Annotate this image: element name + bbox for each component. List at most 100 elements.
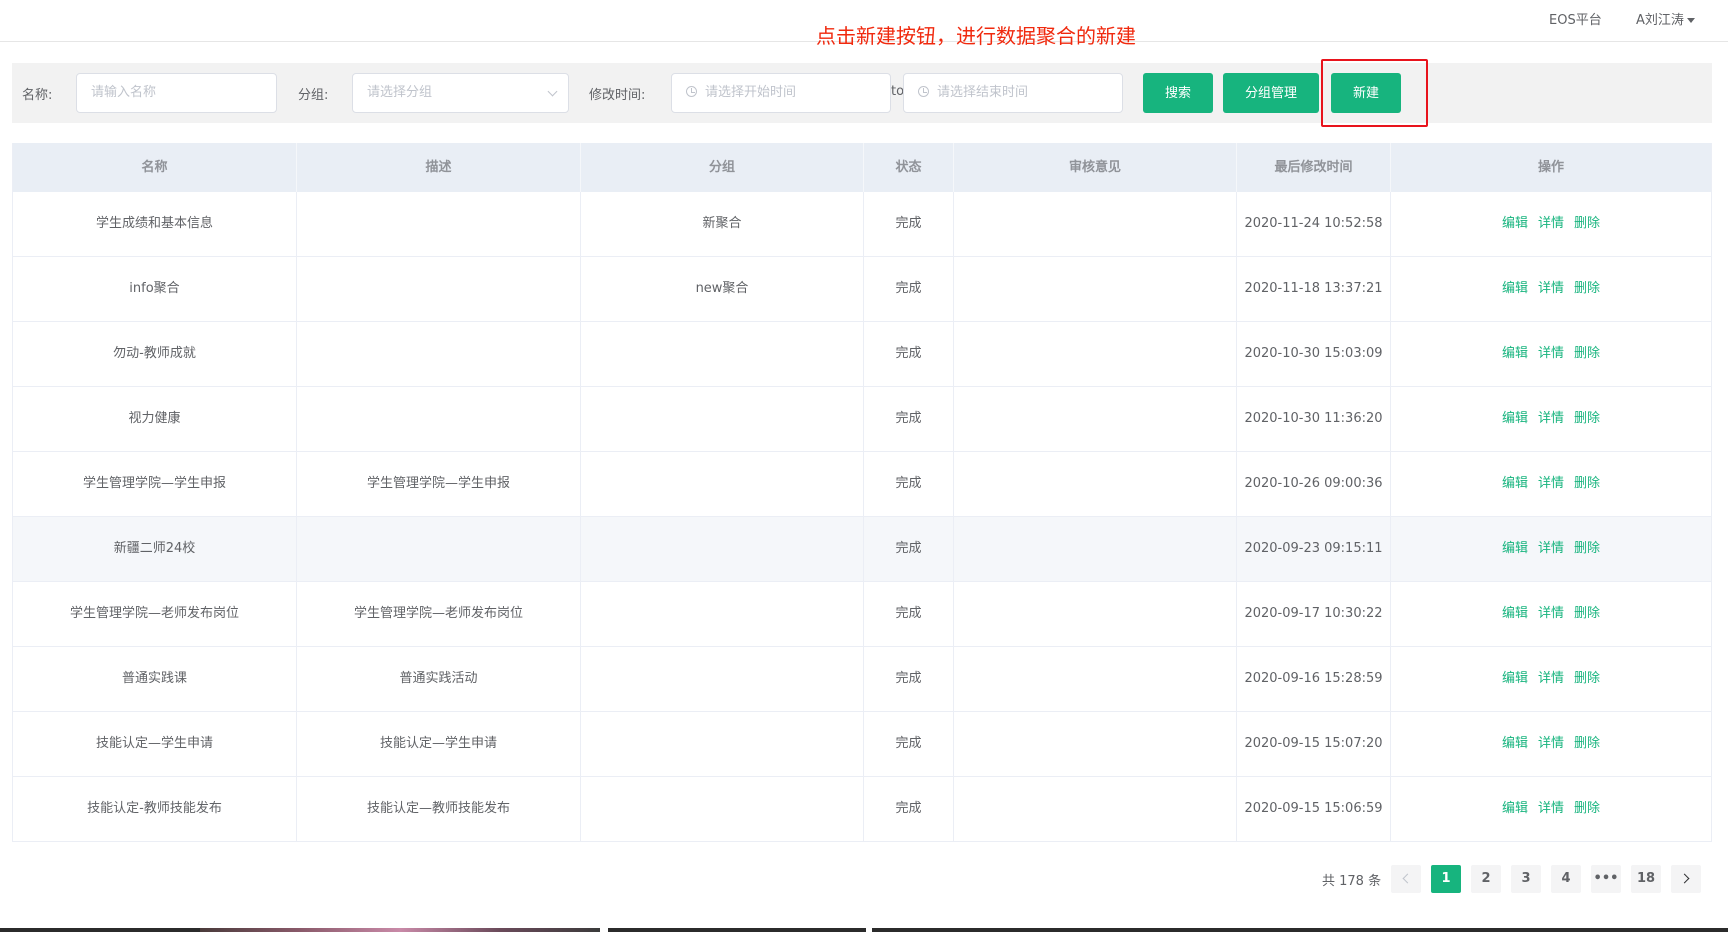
cell-status: 完成 — [864, 517, 954, 581]
group-manage-button[interactable]: 分组管理 — [1223, 73, 1319, 113]
header-time: 最后修改时间 — [1237, 143, 1391, 192]
edit-link[interactable]: 编辑 — [1502, 801, 1528, 816]
user-menu[interactable]: A刘江涛 — [1636, 9, 1695, 28]
cell-status: 完成 — [864, 387, 954, 451]
table-header: 名称 描述 分组 状态 审核意见 最后修改时间 操作 — [13, 143, 1711, 192]
name-input[interactable]: 请输入名称 — [76, 73, 277, 113]
delete-link[interactable]: 删除 — [1574, 411, 1600, 426]
cell-desc — [297, 192, 581, 256]
edit-link[interactable]: 编辑 — [1502, 216, 1528, 231]
page-button[interactable]: 2 — [1471, 865, 1501, 893]
cell-status: 完成 — [864, 777, 954, 841]
clock-icon — [918, 86, 929, 97]
detail-link[interactable]: 详情 — [1538, 671, 1564, 686]
delete-link[interactable]: 删除 — [1574, 541, 1600, 556]
edit-link[interactable]: 编辑 — [1502, 281, 1528, 296]
detail-link[interactable]: 详情 — [1538, 476, 1564, 491]
cell-review — [954, 582, 1237, 646]
cell-desc — [297, 517, 581, 581]
table-row[interactable]: 技能认定-教师技能发布 技能认定—教师技能发布 完成 2020-09-15 15:06… — [13, 777, 1711, 842]
cell-time: 2020-10-30 11:36:20 — [1237, 387, 1391, 451]
edit-link[interactable]: 编辑 — [1502, 671, 1528, 686]
edit-link[interactable]: 编辑 — [1502, 736, 1528, 751]
cell-status: 完成 — [864, 257, 954, 321]
next-page-button[interactable] — [1671, 865, 1701, 893]
group-select[interactable]: 请选择分组 — [352, 73, 569, 113]
page-button[interactable]: 3 — [1511, 865, 1541, 893]
cell-status: 完成 — [864, 582, 954, 646]
table-row[interactable]: 学生成绩和基本信息 新聚合 完成 2020-11-24 10:52:58 编辑 详情 删除 — [13, 192, 1711, 257]
search-button[interactable]: 搜索 — [1143, 73, 1213, 113]
cell-review — [954, 712, 1237, 776]
cell-review — [954, 387, 1237, 451]
cell-time: 2020-11-24 10:52:58 — [1237, 192, 1391, 256]
table-row[interactable]: 视力健康 完成 2020-10-30 11:36:20 编辑 详情 删除 — [13, 387, 1711, 452]
table-row[interactable]: 学生管理学院—老师发布岗位 学生管理学院—老师发布岗位 完成 2020-09-17 1… — [13, 582, 1711, 647]
page-button[interactable]: 18 — [1631, 865, 1661, 893]
page-button[interactable]: 1 — [1431, 865, 1461, 893]
cell-review — [954, 257, 1237, 321]
detail-link[interactable]: 详情 — [1538, 801, 1564, 816]
name-input-placeholder: 请输入名称 — [91, 85, 157, 100]
table-row[interactable]: 新疆二师24校 完成 2020-09-23 09:15:11 编辑 详情 删除 — [13, 517, 1711, 582]
cell-review — [954, 517, 1237, 581]
cell-group — [581, 712, 864, 776]
cell-name: 视力健康 — [13, 387, 297, 451]
table-row[interactable]: 技能认定—学生申请 技能认定—学生申请 完成 2020-09-15 15:07:20 编… — [13, 712, 1711, 777]
bottom-strip — [0, 928, 1728, 932]
table-row[interactable]: info聚合 new聚合 完成 2020-11-18 13:37:21 编辑 详情 删除 — [13, 257, 1711, 322]
delete-link[interactable]: 删除 — [1574, 346, 1600, 361]
cell-group — [581, 517, 864, 581]
detail-link[interactable]: 详情 — [1538, 216, 1564, 231]
cell-time: 2020-09-15 15:07:20 — [1237, 712, 1391, 776]
delete-link[interactable]: 删除 — [1574, 671, 1600, 686]
delete-link[interactable]: 删除 — [1574, 736, 1600, 751]
cell-actions: 编辑 详情 删除 — [1391, 517, 1711, 581]
table-body: 学生成绩和基本信息 新聚合 完成 2020-11-24 10:52:58 编辑 详情 删除 i… — [13, 192, 1711, 842]
detail-link[interactable]: 详情 — [1538, 346, 1564, 361]
cell-review — [954, 192, 1237, 256]
detail-link[interactable]: 详情 — [1538, 736, 1564, 751]
cell-time: 2020-09-23 09:15:11 — [1237, 517, 1391, 581]
end-time-picker[interactable]: 请选择结束时间 — [903, 73, 1123, 113]
cell-status: 完成 — [864, 192, 954, 256]
edit-link[interactable]: 编辑 — [1502, 411, 1528, 426]
detail-link[interactable]: 详情 — [1538, 411, 1564, 426]
start-time-picker[interactable]: 请选择开始时间 — [671, 73, 891, 113]
cell-actions: 编辑 详情 删除 — [1391, 387, 1711, 451]
cell-name: 学生成绩和基本信息 — [13, 192, 297, 256]
cell-time: 2020-09-16 15:28:59 — [1237, 647, 1391, 711]
bottom-strip-gap — [600, 928, 608, 932]
edit-link[interactable]: 编辑 — [1502, 541, 1528, 556]
end-time-placeholder: 请选择结束时间 — [937, 85, 1029, 100]
more-pages-button[interactable]: ••• — [1591, 865, 1621, 893]
start-time-placeholder: 请选择开始时间 — [705, 85, 797, 100]
cell-desc: 学生管理学院—老师发布岗位 — [297, 582, 581, 646]
platform-link[interactable]: EOS平台 — [1549, 9, 1602, 28]
edit-link[interactable]: 编辑 — [1502, 606, 1528, 621]
table-row[interactable]: 普通实践课 普通实践活动 完成 2020-09-16 15:28:59 编辑 详情 删除 — [13, 647, 1711, 712]
cell-name: 技能认定-教师技能发布 — [13, 777, 297, 841]
delete-link[interactable]: 删除 — [1574, 801, 1600, 816]
page-button[interactable]: 4 — [1551, 865, 1581, 893]
detail-link[interactable]: 详情 — [1538, 281, 1564, 296]
cell-name: 学生管理学院—学生申报 — [13, 452, 297, 516]
delete-link[interactable]: 删除 — [1574, 606, 1600, 621]
cell-group — [581, 322, 864, 386]
table-row[interactable]: 勿动-教师成就 完成 2020-10-30 15:03:09 编辑 详情 删除 — [13, 322, 1711, 387]
delete-link[interactable]: 删除 — [1574, 281, 1600, 296]
cell-status: 完成 — [864, 452, 954, 516]
chevron-down-icon — [547, 86, 558, 97]
delete-link[interactable]: 删除 — [1574, 476, 1600, 491]
detail-link[interactable]: 详情 — [1538, 541, 1564, 556]
edit-link[interactable]: 编辑 — [1502, 346, 1528, 361]
header-actions: 操作 — [1537, 160, 1564, 175]
edit-link[interactable]: 编辑 — [1502, 476, 1528, 491]
table-row[interactable]: 学生管理学院—学生申报 学生管理学院—学生申报 完成 2020-10-26 09:00… — [13, 452, 1711, 517]
detail-link[interactable]: 详情 — [1538, 606, 1564, 621]
cell-review — [954, 777, 1237, 841]
delete-link[interactable]: 删除 — [1574, 216, 1600, 231]
prev-page-button[interactable] — [1391, 865, 1421, 893]
cell-time: 2020-10-26 09:00:36 — [1237, 452, 1391, 516]
cell-time: 2020-09-17 10:30:22 — [1237, 582, 1391, 646]
